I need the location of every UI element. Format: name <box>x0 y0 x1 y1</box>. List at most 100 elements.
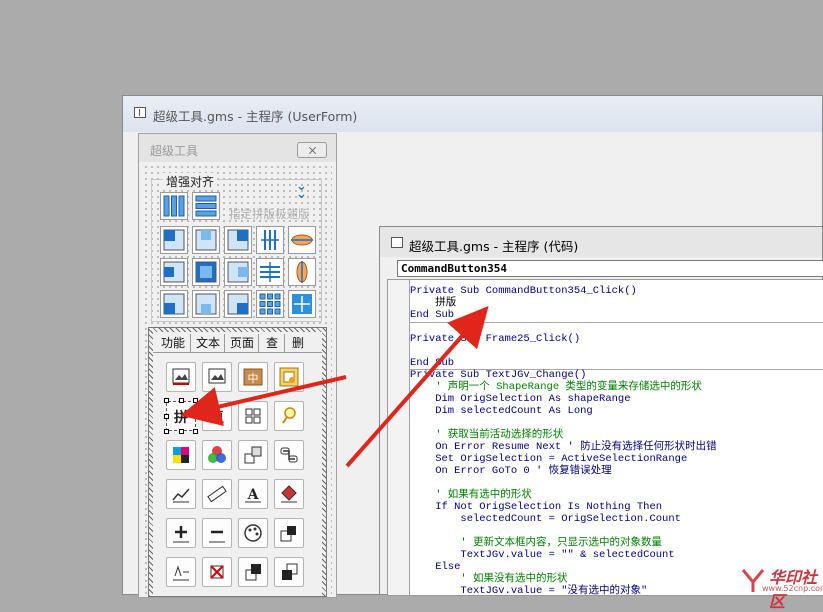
page-icon-char: 中 <box>248 372 259 385</box>
align-center-icon[interactable] <box>192 258 220 286</box>
align-center-horizontal-icon[interactable] <box>288 226 316 254</box>
align-frame-caption: 增强对齐 <box>163 173 218 190</box>
cmyk-icon[interactable] <box>166 440 196 470</box>
duplicate-label: 复 <box>210 410 224 426</box>
align-bottom-left-icon[interactable] <box>160 290 188 318</box>
code-titlebar[interactable]: 超级工具.gms - 主程序 (代码) <box>380 227 822 257</box>
chart-icon[interactable] <box>166 479 196 509</box>
tab-delete[interactable]: 删 <box>284 334 311 352</box>
align-vertical-lines-icon[interactable] <box>256 226 284 254</box>
imposition-label: 拼 <box>174 410 188 426</box>
selection-handle[interactable] <box>164 414 169 419</box>
code-line[interactable]: On Error Resume Next ' 防止没有选择任何形状时出错 <box>410 441 716 453</box>
multipage-selection[interactable]: 功能 文本 页面 查 删 中 拼 复 A <box>148 327 327 597</box>
duplicate-button[interactable]: 复 <box>202 401 232 431</box>
photo-import-icon[interactable] <box>166 362 196 392</box>
code-line[interactable]: TextJGv.value = "" & selectedCount <box>410 549 674 561</box>
align-middle-right-icon[interactable] <box>224 258 252 286</box>
tab-page[interactable]: 页面 <box>224 334 259 352</box>
photo-export-icon[interactable] <box>202 362 232 392</box>
code-line[interactable]: TextJGv.value = "没有选中的对象" <box>410 585 647 595</box>
delete-object-icon[interactable] <box>202 557 232 587</box>
grid-layout-icon[interactable] <box>256 290 284 318</box>
code-line[interactable]: selectedCount = OrigSelection.Count <box>410 513 681 525</box>
form-close-button[interactable] <box>297 142 327 158</box>
palette-icon[interactable] <box>238 518 268 548</box>
imposition-button[interactable]: 拼 <box>166 401 196 431</box>
align-top-center-icon[interactable] <box>192 226 220 254</box>
align-center-vertical-icon[interactable] <box>288 258 316 286</box>
align-middle-left-icon[interactable] <box>160 258 188 286</box>
arrange-back-icon[interactable] <box>238 557 268 587</box>
code-line[interactable]: ' 更新文本框内容，只显示选中的对象数量 <box>410 537 662 549</box>
form-title: 超级工具 <box>150 144 199 158</box>
code-line[interactable]: End Sub <box>410 357 454 369</box>
align-horizontal-lines-icon[interactable] <box>256 258 284 286</box>
tab-features[interactable]: 功能 <box>156 334 190 352</box>
code-line[interactable]: ' 声明一个 ShapeRange 类型的变量来存储选中的形状 <box>410 381 702 393</box>
distribute-columns-icon[interactable] <box>160 192 188 220</box>
svg-text:A: A <box>247 487 260 503</box>
picture-frame-icon[interactable] <box>274 362 304 392</box>
selection-handle[interactable] <box>193 398 198 403</box>
magnifier-icon[interactable] <box>274 401 304 431</box>
code-line[interactable]: Dim selectedCount As Long <box>410 405 593 417</box>
tab-find[interactable]: 查 <box>258 334 285 352</box>
chevron-double-down-icon[interactable]: ⌄ ⌄ <box>296 180 307 201</box>
code-window-icon <box>391 237 403 248</box>
object-selector[interactable]: CommandButton354 <box>397 260 823 277</box>
code-line[interactable]: On Error GoTo 0 ' 恢复错误处理 <box>410 465 611 477</box>
align-top-left-icon[interactable] <box>160 226 188 254</box>
bring-forward-icon[interactable] <box>274 518 304 548</box>
selection-handle[interactable] <box>164 398 169 403</box>
code-line[interactable]: Private Sub CommandButton354_Click() <box>410 285 637 297</box>
code-line[interactable]: Private Sub Frame25_Click() <box>410 333 580 345</box>
tab-strip: 功能 文本 页面 查 删 <box>153 332 322 353</box>
expand-center-icon[interactable] <box>288 290 316 318</box>
increase-icon[interactable] <box>166 518 196 548</box>
page-icon[interactable]: 中 <box>238 362 268 392</box>
selection-handle[interactable] <box>179 429 184 434</box>
procedure-separator <box>410 322 823 323</box>
code-line[interactable]: 拼版 <box>410 297 456 309</box>
watermark-url: www.52cnp.com <box>762 584 823 593</box>
align-bottom-center-icon[interactable] <box>192 290 220 318</box>
code-line[interactable]: ' 如果没有选中的形状 <box>410 573 567 585</box>
text-align-icon[interactable] <box>166 557 196 587</box>
selection-handle[interactable] <box>193 429 198 434</box>
selection-handle[interactable] <box>179 398 184 403</box>
userform-titlebar[interactable]: 超级工具.gms - 主程序 (UserForm) <box>123 96 822 132</box>
code-line[interactable]: Else <box>410 561 460 573</box>
grid-squares-icon[interactable] <box>238 401 268 431</box>
code-line[interactable]: ' 获取当前活动选择的形状 <box>410 429 563 441</box>
code-line[interactable]: Dim OrigSelection As shapeRange <box>410 393 630 405</box>
userform-window-icon <box>134 107 146 118</box>
speed-imposition-label: 指定拼版极速版 <box>229 207 310 221</box>
tab-text[interactable]: 文本 <box>190 334 225 352</box>
code-line[interactable]: Private Sub TextJGv_Change() <box>410 369 586 381</box>
selection-handle[interactable] <box>164 429 169 434</box>
code-window-title: 超级工具.gms - 主程序 (代码) <box>409 239 579 254</box>
copy-shape-icon[interactable] <box>238 440 268 470</box>
multipage-body[interactable]: 功能 文本 页面 查 删 中 拼 复 A <box>153 332 322 596</box>
code-line[interactable]: ' 如果有选中的形状 <box>410 489 532 501</box>
arrange-front-icon[interactable] <box>274 557 304 587</box>
code-line[interactable]: If Not OrigSelection Is Nothing Then <box>410 501 662 513</box>
align-top-right-icon[interactable] <box>224 226 252 254</box>
decrease-icon[interactable] <box>202 518 232 548</box>
text-tool-icon[interactable]: A <box>238 479 268 509</box>
rgb-icon[interactable] <box>202 440 232 470</box>
distribute-rows-icon[interactable] <box>192 192 220 220</box>
ruler-icon[interactable] <box>202 479 232 509</box>
link-shape-icon[interactable] <box>274 440 304 470</box>
site-watermark: 华印社区 www.52cnp.com <box>738 564 823 611</box>
eraser-icon[interactable] <box>274 479 304 509</box>
code-line[interactable]: Set OrigSelection = ActiveSelectionRange <box>410 453 687 465</box>
userform-window-title: 超级工具.gms - 主程序 (UserForm) <box>153 109 358 124</box>
code-window[interactable]: 超级工具.gms - 主程序 (代码) CommandButton354 Pri… <box>379 226 823 596</box>
align-bottom-right-icon[interactable] <box>224 290 252 318</box>
code-editor[interactable]: Private Sub CommandButton354_Click() 拼版 … <box>387 279 823 596</box>
code-line[interactable]: End Sub <box>410 309 454 321</box>
user-form[interactable]: 超级工具 增强对齐 ⌄ ⌄ 指定拼版极速版 功能 文本 页面 查 删 中 拼 复… <box>138 133 337 598</box>
code-margin-indicator <box>388 280 410 595</box>
